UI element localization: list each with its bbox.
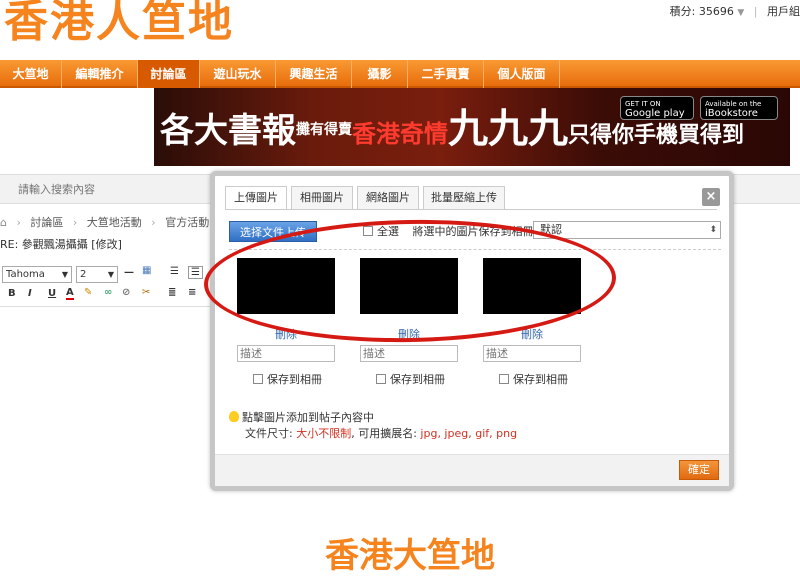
font-family-select[interactable]: Tahoma ▼ bbox=[2, 266, 72, 283]
align-left-icon[interactable]: ☰ bbox=[170, 266, 179, 277]
points-label: 積分: 35696 bbox=[669, 5, 734, 18]
editor-toolbar: Tahoma ▼ 2 ▼ — ▦ ☰ ☰ B I U A ✎ ∞ ⊘ ✂ ≣ ≡ bbox=[0, 262, 216, 306]
divider bbox=[225, 209, 717, 210]
breadcrumb-activity[interactable]: 大笪地活動 bbox=[87, 216, 142, 229]
bold-icon[interactable]: B bbox=[8, 288, 16, 299]
nav-item-forum[interactable]: 討論區 bbox=[138, 60, 200, 88]
breadcrumb: ⌂ › 討論區 › 大笪地活動 › 官方活動 bbox=[0, 214, 215, 230]
nav-item-home[interactable]: 大笪地 bbox=[0, 60, 62, 88]
dialog-footer bbox=[215, 454, 729, 486]
nav-item-photo[interactable]: 攝影 bbox=[352, 60, 408, 88]
close-icon[interactable]: × bbox=[702, 188, 720, 206]
table-icon[interactable]: ▦ bbox=[142, 265, 151, 276]
nav-item-interest[interactable]: 興趣生活 bbox=[276, 60, 352, 88]
image-description-input[interactable] bbox=[237, 345, 335, 362]
chevron-icon: › bbox=[72, 216, 78, 229]
save-to-album-option[interactable]: 保存到相冊 bbox=[376, 371, 445, 387]
select-arrows-icon: ⬍ bbox=[709, 225, 717, 235]
font-color-icon[interactable]: A bbox=[66, 287, 74, 300]
breadcrumb-official[interactable]: 官方活動 bbox=[165, 216, 209, 229]
image-description-input[interactable] bbox=[360, 345, 458, 362]
chevron-icon: › bbox=[16, 216, 21, 229]
save-to-album-checkbox[interactable] bbox=[376, 374, 386, 384]
link-icon[interactable]: ∞ bbox=[104, 287, 112, 298]
divider bbox=[0, 306, 216, 307]
confirm-button[interactable]: 確定 bbox=[679, 460, 719, 480]
font-size-select[interactable]: 2 ▼ bbox=[76, 266, 118, 283]
underline-icon[interactable]: U bbox=[48, 288, 56, 299]
tab-upload[interactable]: 上傳圖片 bbox=[225, 186, 287, 210]
highlight-icon[interactable]: ✎ bbox=[84, 287, 92, 298]
hr-icon[interactable]: — bbox=[124, 267, 134, 278]
chevron-icon: › bbox=[151, 216, 156, 229]
format-brush-icon[interactable]: ✂ bbox=[142, 287, 150, 298]
user-group-link[interactable]: 用戶組 bbox=[767, 5, 800, 18]
align-center-icon[interactable]: ☰ bbox=[188, 266, 203, 279]
file-size-info: 文件尺寸: 大小不限制, 可用擴展名: jpg, jpeg, gif, png bbox=[245, 427, 518, 440]
tab-album[interactable]: 相冊圖片 bbox=[291, 186, 353, 210]
ad-banner[interactable]: 各大書報攤有得賣香港奇情九九九只得你手機買得到 GET IT ON Google… bbox=[154, 88, 790, 166]
ibookstore-badge[interactable]: Available on the iBookstore bbox=[700, 96, 778, 120]
lightbulb-icon bbox=[229, 411, 239, 422]
nav-item-market[interactable]: 二手買賣 bbox=[408, 60, 484, 88]
main-nav: 大笪地 編輯推介 討論區 遊山玩水 興趣生活 攝影 二手買賣 個人版面 bbox=[0, 60, 800, 88]
nav-item-profile[interactable]: 個人版面 bbox=[484, 60, 560, 88]
save-to-album-checkbox[interactable] bbox=[253, 374, 263, 384]
unlink-icon[interactable]: ⊘ bbox=[122, 287, 130, 298]
tab-web-image[interactable]: 網絡圖片 bbox=[357, 186, 419, 210]
save-to-album-checkbox[interactable] bbox=[499, 374, 509, 384]
divider: | bbox=[753, 5, 758, 18]
list-icon[interactable]: ≣ bbox=[168, 287, 176, 298]
save-to-album-option[interactable]: 保存到相冊 bbox=[253, 371, 322, 387]
page-title: RE: 參觀飄湯攝攝 [修改] bbox=[0, 238, 122, 251]
tab-batch-upload[interactable]: 批量壓縮上传 bbox=[423, 186, 505, 210]
site-logo[interactable]: 香港人笪地 bbox=[4, 0, 234, 50]
ordered-list-icon[interactable]: ≡ bbox=[188, 287, 196, 298]
upload-tip: 點擊圖片添加到帖子內容中 bbox=[229, 409, 374, 425]
breadcrumb-forum[interactable]: 討論區 bbox=[30, 216, 63, 229]
image-description-input[interactable] bbox=[483, 345, 581, 362]
italic-icon[interactable]: I bbox=[28, 288, 32, 299]
footer-logo[interactable]: 香港大笪地 bbox=[325, 528, 495, 577]
nav-item-recommend[interactable]: 編輯推介 bbox=[62, 60, 138, 88]
google-play-badge[interactable]: GET IT ON Google play bbox=[620, 96, 694, 120]
nav-item-travel[interactable]: 遊山玩水 bbox=[200, 60, 276, 88]
user-info: 積分: 35696 ▼ | 用戶組 bbox=[670, 3, 800, 19]
dropdown-arrow-icon[interactable]: ▼ bbox=[737, 8, 744, 18]
home-icon[interactable]: ⌂ bbox=[0, 216, 7, 229]
save-to-album-option[interactable]: 保存到相冊 bbox=[499, 371, 568, 387]
